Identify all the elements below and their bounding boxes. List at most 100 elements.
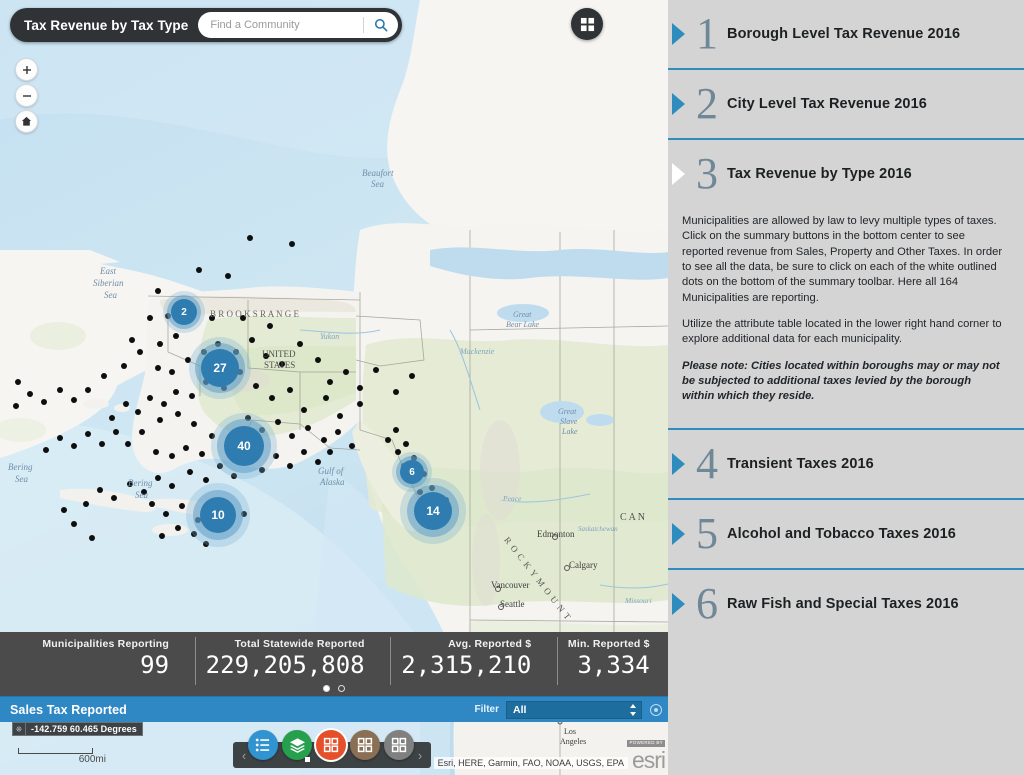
grid-icon — [357, 737, 373, 753]
app-root: BeaufortSeaEastSiberianSeaBeringSeaBerin… — [0, 0, 1024, 775]
sidebar-item-6[interactable]: 6Raw Fish and Special Taxes 2016 — [668, 570, 1024, 638]
sidebar-paragraph-p3: Please note: Cities located within borou… — [682, 359, 1006, 405]
coordinate-toggle-icon[interactable]: ⁜ — [13, 723, 26, 735]
sidebar-item-label: Transient Taxes 2016 — [727, 456, 874, 472]
app-header: Tax Revenue by Tax Type — [10, 8, 402, 42]
sidebar-section-3: 3Tax Revenue by Type 2016Municipalities … — [668, 140, 1024, 428]
cluster-count[interactable]: 2 — [171, 299, 197, 325]
stat-label: Municipalities Reporting — [42, 638, 169, 650]
cluster-count[interactable]: 10 — [200, 497, 236, 533]
sidebar-item-4[interactable]: 4Transient Taxes 2016 — [668, 430, 1024, 498]
map-pane[interactable]: BeaufortSeaEastSiberianSeaBeringSeaBerin… — [0, 0, 668, 775]
filter-bar: Sales Tax Reported Filter All — [0, 696, 668, 722]
filter-label: Filter — [475, 704, 499, 715]
grid-icon — [391, 737, 407, 753]
sales-tax-button[interactable] — [316, 730, 346, 760]
filter-select[interactable]: All — [506, 701, 642, 719]
property-tax-button[interactable] — [350, 730, 380, 760]
esri-wordmark: esri — [627, 749, 665, 772]
sidebar-item-number: 5 — [687, 512, 727, 556]
stat-label: Min. Reported $ — [568, 638, 650, 650]
cluster-count[interactable]: 27 — [201, 349, 239, 387]
sidebar-item-5[interactable]: 5Alcohol and Tobacco Taxes 2016 — [668, 500, 1024, 568]
stat-label: Avg. Reported $ — [448, 638, 531, 650]
sidebar-item-label: City Level Tax Revenue 2016 — [727, 96, 927, 112]
map-cluster[interactable]: 10 — [186, 483, 250, 547]
powered-by-label: POWERED BY — [627, 740, 665, 747]
map-controls[interactable] — [15, 58, 38, 133]
search-box[interactable] — [198, 12, 398, 38]
sidebar-section-5: 5Alcohol and Tobacco Taxes 2016 — [668, 500, 1024, 568]
sidebar-item-number: 6 — [687, 582, 727, 626]
map-scalebar: 600mi — [18, 748, 106, 765]
sidebar-paragraph-p1: Municipalities are allowed by law to lev… — [682, 214, 1006, 306]
sidebar-item-2[interactable]: 2City Level Tax Revenue 2016 — [668, 70, 1024, 138]
stats-pagination-dots[interactable] — [0, 685, 668, 692]
filter-select-value: All — [513, 704, 629, 716]
sidebar-item-label: Raw Fish and Special Taxes 2016 — [727, 596, 959, 612]
coordinate-value: -142.759 60.465 Degrees — [26, 724, 142, 734]
info-icon[interactable] — [650, 704, 662, 716]
sidebar-section-2: 2City Level Tax Revenue 2016 — [668, 70, 1024, 138]
sidebar-item-label: Borough Level Tax Revenue 2016 — [727, 26, 960, 42]
sidebar-item-number: 4 — [687, 442, 727, 486]
chevron-right-icon — [672, 163, 685, 185]
sidebar-item-label: Tax Revenue by Type 2016 — [727, 166, 912, 182]
cluster-count[interactable]: 40 — [224, 426, 264, 466]
home-icon — [21, 116, 32, 127]
stat-value: 3,334 — [577, 650, 649, 680]
sidebar-section-body: Municipalities are allowed by law to lev… — [668, 208, 1024, 428]
map-cluster[interactable]: 40 — [211, 413, 277, 479]
stats-page-dot[interactable] — [323, 685, 330, 692]
chevron-right-icon — [672, 453, 685, 475]
stat-label: Total Statewide Reported — [235, 638, 365, 650]
sidebar-item-number: 2 — [687, 82, 727, 126]
sidebar-item-number: 3 — [687, 152, 727, 196]
toolbar-selected-indicator[interactable] — [305, 757, 310, 762]
grid-layout-toggle-button[interactable] — [571, 8, 603, 40]
cluster-count[interactable]: 14 — [414, 492, 452, 530]
toolbar-buttons[interactable] — [248, 730, 414, 760]
chevron-right-icon — [672, 523, 685, 545]
esri-logo: POWERED BY esri — [627, 732, 665, 772]
summary-stats-bar: Municipalities Reporting99 Total Statewid… — [0, 632, 668, 696]
legend-list-button[interactable] — [248, 730, 278, 760]
chevron-right-icon — [672, 593, 685, 615]
other-tax-button[interactable] — [384, 730, 414, 760]
map-cluster[interactable]: 27 — [189, 337, 251, 399]
chevron-right-icon — [672, 93, 685, 115]
page-title: Tax Revenue by Tax Type — [24, 18, 198, 33]
scalebar-label: 600mi — [18, 754, 106, 765]
map-cluster[interactable]: 14 — [400, 478, 466, 544]
sidebar-item-3[interactable]: 3Tax Revenue by Type 2016 — [668, 140, 1024, 208]
layers-button[interactable] — [282, 730, 312, 760]
grid-icon — [323, 737, 339, 753]
map-attribution: Esri, HERE, Garmin, FAO, NOAA, USGS, EPA — [434, 757, 628, 769]
sidebar-item-1[interactable]: 1Borough Level Tax Revenue 2016 — [668, 0, 1024, 68]
list-icon — [255, 737, 271, 753]
stats-page-dot[interactable] — [338, 685, 345, 692]
sidebar-section-6: 6Raw Fish and Special Taxes 2016 — [668, 570, 1024, 638]
sidebar-item-number: 1 — [687, 12, 727, 56]
sidebar-item-label: Alcohol and Tobacco Taxes 2016 — [727, 526, 956, 542]
map-cluster[interactable]: 2 — [163, 291, 205, 333]
stat-value: 229,205,808 — [206, 650, 365, 680]
filter-bar-title: Sales Tax Reported — [10, 703, 475, 717]
search-input[interactable] — [198, 19, 363, 31]
grid-icon — [580, 17, 595, 32]
updown-chevron-icon — [629, 704, 637, 716]
coordinate-readout[interactable]: ⁜ -142.759 60.465 Degrees — [12, 722, 143, 736]
minus-icon — [22, 91, 32, 101]
story-sidebar[interactable]: 1Borough Level Tax Revenue 20162City Lev… — [668, 0, 1024, 775]
sidebar-paragraph-p2: Utilize the attribute table located in t… — [682, 317, 1006, 348]
zoom-out-button[interactable] — [15, 84, 38, 107]
stat-value: 99 — [140, 650, 169, 680]
sidebar-section-1: 1Borough Level Tax Revenue 2016 — [668, 0, 1024, 68]
sidebar-section-4: 4Transient Taxes 2016 — [668, 430, 1024, 498]
plus-icon — [22, 65, 32, 75]
chevron-right-icon — [672, 23, 685, 45]
home-button[interactable] — [15, 110, 38, 133]
zoom-in-button[interactable] — [15, 58, 38, 81]
search-icon[interactable] — [364, 12, 398, 38]
stat-value: 2,315,210 — [401, 650, 531, 680]
